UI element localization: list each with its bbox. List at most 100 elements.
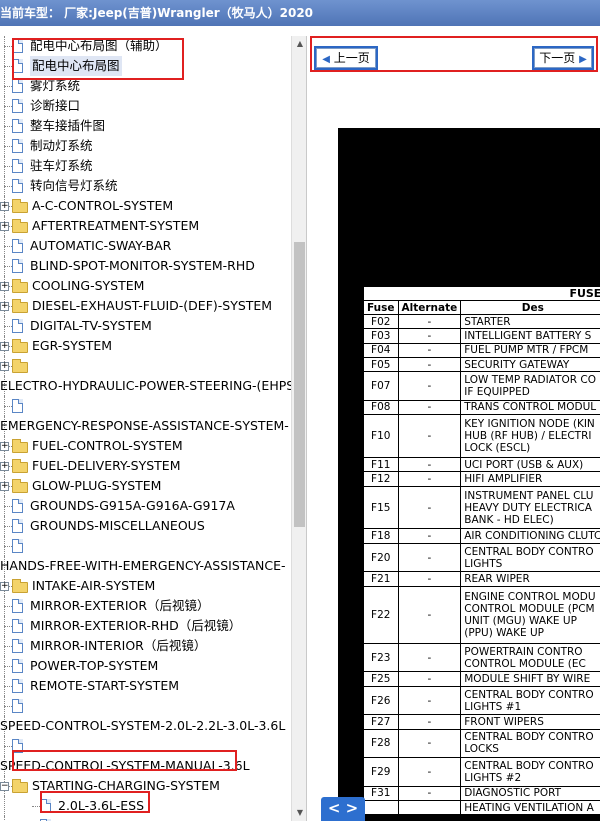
expand-toggle-icon[interactable]: + <box>0 442 9 451</box>
tree-item[interactable]: EMERGENCY-RESPONSE-ASSISTANCE-SYSTEM- <box>0 416 291 436</box>
tree-item[interactable]: SPEED-CONTROL-SYSTEM-2.0L-2.2L-3.0L-3.6L <box>0 716 291 736</box>
scroll-down-icon[interactable]: ▼ <box>292 805 306 821</box>
tree-item[interactable]: REMOTE-START-SYSTEM <box>0 676 291 696</box>
tree-item[interactable]: 诊断接口 <box>0 96 291 116</box>
document-icon <box>12 99 23 113</box>
fuse-description-line: STARTER <box>464 315 511 328</box>
tree-guide-line <box>4 546 12 547</box>
tree-item[interactable]: 整车接插件图 <box>0 116 291 136</box>
fuse-id-cell: F20 <box>363 542 399 573</box>
scroll-up-icon[interactable]: ▲ <box>292 36 306 52</box>
expand-toggle-icon[interactable]: + <box>0 282 9 291</box>
table-row: F15- INSTRUMENT PANEL CLU HEAVY DUTY ELECT… <box>363 485 600 530</box>
expand-toggle-icon[interactable]: + <box>0 482 9 491</box>
expand-toggle-icon[interactable]: + <box>0 462 9 471</box>
tree-item[interactable]: GROUNDS-MISCELLANEOUS <box>0 516 291 536</box>
tree-item[interactable]: BLIND-SPOT-MONITOR-SYSTEM-RHD <box>0 256 291 276</box>
tree-scrollbar[interactable]: ▲ ▼ <box>291 36 306 821</box>
tree-item[interactable] <box>0 396 291 416</box>
document-icon <box>12 399 23 413</box>
document-icon <box>12 639 23 653</box>
document-icon <box>12 519 23 533</box>
tree-folder-item[interactable]: + FUEL-CONTROL-SYSTEM <box>0 436 291 456</box>
tree-item-label: 转向信号灯系统 <box>30 178 118 193</box>
tree-item[interactable]: HANDS-FREE-WITH-EMERGENCY-ASSISTANCE- <box>0 556 291 576</box>
expand-toggle-icon[interactable]: + <box>0 342 9 351</box>
tree-item[interactable]: POWER-TOP-SYSTEM <box>0 656 291 676</box>
alternate-cell: - <box>397 485 462 530</box>
tree-item[interactable]: AUTOMATIC-SWAY-BAR <box>0 236 291 256</box>
tree-folder-item[interactable]: + COOLING-SYSTEM <box>0 276 291 296</box>
tree-item[interactable]: 转向信号灯系统 <box>0 176 291 196</box>
tree-item[interactable]: MIRROR-EXTERIOR-RHD（后视镜） <box>0 616 291 636</box>
tree-item-label: REMOTE-START-SYSTEM <box>30 678 179 693</box>
fuse-id-cell: F28 <box>363 728 399 759</box>
tree-item[interactable]: 驻车灯系统 <box>0 156 291 176</box>
tree-item[interactable]: GROUNDS-G915A-G916A-G917A <box>0 496 291 516</box>
tree-folder-item[interactable]: + AFTERTREATMENT-SYSTEM <box>0 216 291 236</box>
tree-guide-line <box>4 686 12 687</box>
document-icon <box>12 259 23 273</box>
alternate-cell: - <box>397 471 462 487</box>
document-icon <box>12 659 23 673</box>
expand-toggle-icon[interactable]: + <box>0 202 9 211</box>
tree-folder-item[interactable]: + A-C-CONTROL-SYSTEM <box>0 196 291 216</box>
table-row: F26- CENTRAL BODY CONTRO LIGHTS #1 <box>363 685 600 716</box>
table-row: F29- CENTRAL BODY CONTRO LIGHTS #2 <box>363 757 600 787</box>
fuse-description-line: HEAVY DUTY ELECTRICA <box>464 501 592 514</box>
tree-guide-line <box>4 66 12 67</box>
description-cell: FRONT WIPERS <box>460 714 600 730</box>
expand-toggle-icon[interactable]: + <box>0 362 9 371</box>
description-cell: KEY IGNITION NODE (KIN HUB (RF HUB) / ELE… <box>460 414 600 458</box>
tree-item[interactable] <box>0 536 291 556</box>
expand-toggle-icon[interactable]: − <box>0 782 9 791</box>
description-cell: STARTER <box>460 313 600 330</box>
tree-item[interactable]: MIRROR-EXTERIOR（后视镜） <box>0 596 291 616</box>
table-row: F25- MODULE SHIFT BY WIRE <box>363 671 600 687</box>
tree-folder-item[interactable]: + GLOW-PLUG-SYSTEM <box>0 476 291 496</box>
tree-item-label: DIGITAL-TV-SYSTEM <box>30 318 152 333</box>
alternate-cell: - <box>397 528 462 544</box>
tree-guide-line <box>32 806 40 807</box>
tree-folder-item[interactable]: + INTAKE-AIR-SYSTEM <box>0 576 291 596</box>
expand-toggle-icon[interactable]: + <box>0 222 9 231</box>
tree-item[interactable]: ELECTRO-HYDRAULIC-POWER-STEERING-(EHPS) <box>0 376 291 396</box>
tree-guide-line <box>4 326 12 327</box>
tree-item-label: EGR-SYSTEM <box>32 338 113 353</box>
document-icon <box>12 119 23 133</box>
fuse-description-line: (PPU) WAKE UP <box>464 626 544 639</box>
scrollbar-thumb[interactable] <box>294 242 305 527</box>
description-cell: CENTRAL BODY CONTRO LIGHTS #2 <box>460 757 600 787</box>
tree-folder-item[interactable]: + DIESEL-EXHAUST-FLUID-(DEF)-SYSTEM <box>0 296 291 316</box>
tree-folder-item[interactable]: + FUEL-DELIVERY-SYSTEM <box>0 456 291 476</box>
expand-toggle-icon[interactable]: + <box>0 302 9 311</box>
table-row: F22- ENGINE CONTROL MODU CONTROL MODULE (P… <box>363 585 600 644</box>
tree-folder-item[interactable]: + <box>0 356 291 376</box>
description-cell: AIR CONDITIONING CLUTC <box>460 528 600 544</box>
alternate-cell: - <box>397 571 462 587</box>
table-row: F05- SECURITY GATEWAY <box>363 356 600 373</box>
model-tree: 配电中心布局图（辅助） 配电中心布局图 雾灯系统 诊断接口 整车接插件图 制动灯系统 驻车灯… <box>0 36 291 821</box>
table-row: F08- TRANS CONTROL MODUL <box>363 399 600 416</box>
tree-guide-line <box>4 266 12 267</box>
fuse-description-line: UNIT (MGU) WAKE UP <box>464 614 577 627</box>
alternate-cell: - <box>397 414 462 458</box>
tree-item[interactable]: 2.0L-eTORQUE <box>0 816 291 821</box>
page-pager-button[interactable]: < > <box>321 797 365 821</box>
title-bar: 当前车型： 厂家:Jeep(吉普)Wrangler（牧马人）2020 <box>0 0 600 26</box>
tree-panel: 配电中心布局图（辅助） 配电中心布局图 雾灯系统 诊断接口 整车接插件图 制动灯系统 驻车灯… <box>0 36 307 821</box>
expand-toggle-icon[interactable]: + <box>0 582 9 591</box>
tree-item[interactable]: 制动灯系统 <box>0 136 291 156</box>
tree-item-label: SPEED-CONTROL-SYSTEM-2.0L-2.2L-3.0L-3.6L <box>0 718 286 733</box>
table-row: HEATING VENTILATION A <box>363 800 600 816</box>
document-icon <box>12 159 23 173</box>
tree-item[interactable]: DIGITAL-TV-SYSTEM <box>0 316 291 336</box>
tree-guide-line <box>4 626 12 627</box>
fuse-description-line: LIGHTS #1 <box>464 700 522 713</box>
fuse-id-cell: F25 <box>363 671 399 687</box>
tree-item[interactable]: MIRROR-INTERIOR（后视镜） <box>0 636 291 656</box>
tree-folder-item[interactable]: + EGR-SYSTEM <box>0 336 291 356</box>
tree-guide-line <box>4 666 12 667</box>
folder-icon <box>12 219 28 233</box>
tree-item[interactable] <box>0 696 291 716</box>
